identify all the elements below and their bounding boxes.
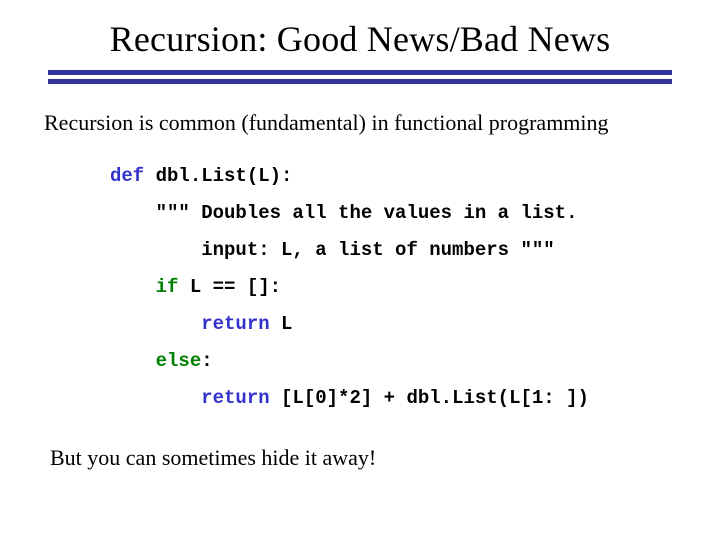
keyword-def: def [110,165,144,187]
code-line-2: """ Doubles all the values in a list. [110,202,577,224]
code-line-3: input: L, a list of numbers """ [110,239,555,261]
slide-container: Recursion: Good News/Bad News Recursion … [0,0,720,540]
intro-text: Recursion is common (fundamental) in fun… [44,110,680,136]
keyword-return-2: return [201,387,269,409]
slide-title: Recursion: Good News/Bad News [40,18,680,60]
title-divider [48,70,672,84]
code-block: def dbl.List(L): """ Doubles all the val… [110,158,680,417]
code-line-7: [L[0]*2] + dbl.List(L[1: ]) [270,387,589,409]
divider-bar-top [48,70,672,75]
keyword-else: else [156,350,202,372]
code-line-1: dbl.List(L): [144,165,292,187]
code-line-4: L == []: [178,276,281,298]
code-line-6: : [201,350,212,372]
keyword-if: if [156,276,179,298]
keyword-return-1: return [201,313,269,335]
divider-bar-bottom [48,79,672,84]
code-line-5: L [270,313,293,335]
outro-text: But you can sometimes hide it away! [50,445,680,471]
